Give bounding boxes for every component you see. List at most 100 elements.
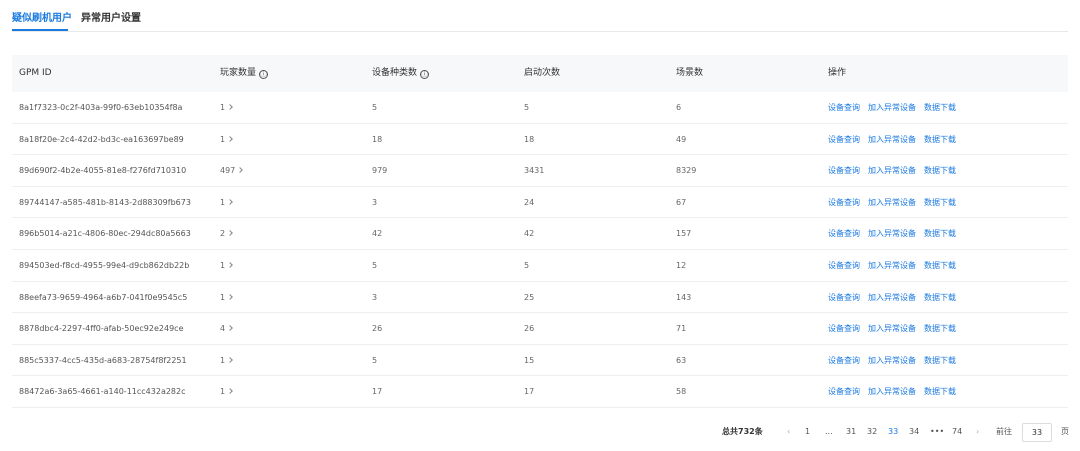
player-count-cell[interactable]: 497 [220, 155, 244, 186]
gpm-id-cell: 885c5337-4cc5-435d-a683-28754f8f2251 [19, 355, 187, 365]
add-abnormal-device-link[interactable]: 加入异常设备 [868, 103, 916, 112]
device-types-cell: 26 [372, 324, 383, 334]
gpm-id-cell: 8878dbc4-2297-4ff0-afab-50ec92e249ce [19, 324, 184, 334]
launch-count-cell: 26 [524, 324, 535, 334]
player-count-value: 1 [220, 260, 226, 270]
header-device-types[interactable]: 设备种类数 ⓘ [372, 55, 430, 92]
launch-count-cell: 15 [524, 355, 535, 365]
page-33-current[interactable]: 33 [888, 422, 898, 442]
device-query-link[interactable]: 设备查询 [828, 166, 860, 175]
add-abnormal-device-link[interactable]: 加入异常设备 [868, 293, 916, 302]
actions-cell: 设备查询 加入异常设备 数据下载 [828, 187, 964, 218]
table-row: 8a18f20e-2c4-42d2-bd3c-ea163697be89 1 18 18… [12, 124, 1068, 156]
data-download-link[interactable]: 数据下载 [924, 387, 956, 396]
page-more-icon[interactable]: ••• [930, 422, 944, 442]
chevron-right-icon[interactable] [227, 230, 233, 237]
scene-count-cell: 58 [676, 387, 687, 397]
gpm-id-cell: 8a18f20e-2c4-42d2-bd3c-ea163697be89 [19, 134, 184, 144]
add-abnormal-device-link[interactable]: 加入异常设备 [868, 261, 916, 270]
device-query-link[interactable]: 设备查询 [828, 198, 860, 207]
next-page-icon[interactable]: › [976, 422, 979, 442]
tab-suspected-flash-users[interactable]: 疑似刷机用户 [12, 13, 72, 25]
goto-label: 前往 [996, 427, 1012, 436]
page-31[interactable]: 31 [846, 422, 856, 442]
data-download-link[interactable]: 数据下载 [924, 229, 956, 238]
add-abnormal-device-link[interactable]: 加入异常设备 [868, 324, 916, 333]
player-count-value: 2 [220, 229, 226, 239]
device-query-link[interactable]: 设备查询 [828, 324, 860, 333]
table-row: 894503ed-f8cd-4955-99e4-d9cb862db22b 1 5 5 1… [12, 250, 1068, 282]
data-download-link[interactable]: 数据下载 [924, 198, 956, 207]
player-count-value: 4 [220, 324, 226, 334]
add-abnormal-device-link[interactable]: 加入异常设备 [868, 198, 916, 207]
data-download-link[interactable]: 数据下载 [924, 324, 956, 333]
actions-cell: 设备查询 加入异常设备 数据下载 [828, 345, 964, 376]
device-query-link[interactable]: 设备查询 [828, 261, 860, 270]
player-count-cell[interactable]: 1 [220, 250, 233, 281]
add-abnormal-device-link[interactable]: 加入异常设备 [868, 356, 916, 365]
launch-count-cell: 42 [524, 229, 535, 239]
add-abnormal-device-link[interactable]: 加入异常设备 [868, 387, 916, 396]
chevron-right-icon[interactable] [237, 167, 244, 174]
data-download-link[interactable]: 数据下载 [924, 103, 956, 112]
player-count-cell[interactable]: 1 [220, 282, 233, 313]
add-abnormal-device-link[interactable]: 加入异常设备 [868, 229, 916, 238]
header-player-count[interactable]: 玩家数量 ⓘ [220, 55, 269, 92]
page-1[interactable]: 1 [805, 422, 810, 442]
data-download-link[interactable]: 数据下载 [924, 261, 956, 270]
chevron-right-icon[interactable] [227, 388, 233, 395]
table-header: GPM ID 玩家数量 ⓘ 设备种类数 ⓘ 启动次数 场景数 操作 [12, 55, 1068, 92]
gpm-id-cell: 89d690f2-4b2e-4055-81e8-f276fd710310 [19, 166, 187, 176]
page-ellipsis[interactable]: ... [825, 422, 833, 442]
device-query-link[interactable]: 设备查询 [828, 387, 860, 396]
table-row: 8878dbc4-2297-4ff0-afab-50ec92e249ce 4 26 2… [12, 313, 1068, 345]
device-query-link[interactable]: 设备查询 [828, 293, 860, 302]
chevron-right-icon[interactable] [227, 198, 233, 205]
page-74[interactable]: 74 [952, 422, 962, 442]
actions-cell: 设备查询 加入异常设备 数据下载 [828, 250, 964, 281]
chevron-right-icon[interactable] [227, 262, 233, 268]
page-34[interactable]: 34 [909, 422, 919, 442]
player-count-cell[interactable]: 2 [220, 218, 233, 249]
chevron-right-icon[interactable] [227, 293, 233, 300]
launch-count-cell: 25 [524, 292, 535, 302]
header-launch-count: 启动次数 [524, 68, 561, 78]
header-scene-count: 场景数 [676, 68, 704, 78]
tab-abnormal-user-settings[interactable]: 异常用户设置 [81, 13, 141, 25]
table-row: 8a1f7323-0c2f-403a-99f0-63eb10354f8a 1 5 5 6… [12, 92, 1068, 124]
player-count-cell[interactable]: 1 [220, 124, 233, 155]
data-download-link[interactable]: 数据下载 [924, 356, 956, 365]
scene-count-cell: 157 [676, 229, 692, 239]
page-32[interactable]: 32 [867, 422, 877, 442]
player-count-cell[interactable]: 1 [220, 345, 233, 376]
device-query-link[interactable]: 设备查询 [828, 103, 860, 112]
add-abnormal-device-link[interactable]: 加入异常设备 [868, 135, 916, 144]
launch-count-cell: 17 [524, 387, 535, 397]
table-row: 885c5337-4cc5-435d-a683-28754f8f2251 1 5 15… [12, 345, 1068, 377]
info-icon[interactable]: ⓘ [259, 70, 269, 79]
chevron-right-icon[interactable] [227, 104, 233, 110]
chevron-right-icon[interactable] [227, 325, 233, 331]
goto-page-input[interactable]: 33 [1022, 423, 1052, 442]
player-count-value: 1 [220, 387, 226, 397]
player-count-cell[interactable]: 1 [220, 92, 233, 123]
player-count-cell[interactable]: 1 [220, 376, 233, 407]
data-download-link[interactable]: 数据下载 [924, 166, 956, 175]
chevron-right-icon[interactable] [227, 356, 233, 363]
info-icon[interactable]: ⓘ [420, 70, 430, 79]
actions-cell: 设备查询 加入异常设备 数据下载 [828, 282, 964, 313]
total-count: 总共732条 [722, 427, 763, 436]
table-row: 89744147-a585-481b-8143-2d88309fb673 1 3 24… [12, 187, 1068, 219]
device-query-link[interactable]: 设备查询 [828, 135, 860, 144]
data-download-link[interactable]: 数据下载 [924, 293, 956, 302]
device-query-link[interactable]: 设备查询 [828, 356, 860, 365]
player-count-cell[interactable]: 1 [220, 187, 233, 218]
prev-page-icon[interactable]: ‹ [787, 422, 790, 442]
data-download-link[interactable]: 数据下载 [924, 135, 956, 144]
chevron-right-icon[interactable] [227, 135, 233, 142]
device-query-link[interactable]: 设备查询 [828, 229, 860, 238]
add-abnormal-device-link[interactable]: 加入异常设备 [868, 166, 916, 175]
tab-bar: 疑似刷机用户 异常用户设置 [12, 0, 1068, 32]
header-device-types-label: 设备种类数 [372, 68, 418, 78]
player-count-cell[interactable]: 4 [220, 313, 233, 344]
